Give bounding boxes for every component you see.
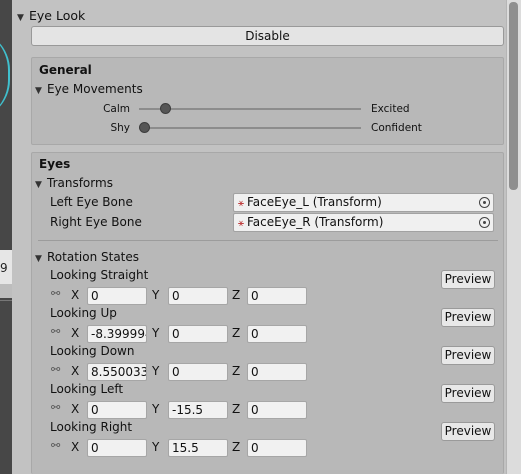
rotation-y-field[interactable]: 0 [168, 287, 228, 305]
rotation-y-field[interactable]: 0 [168, 363, 228, 381]
right-eye-bone-field[interactable]: ⚹ FaceEye_R (Transform) [233, 213, 494, 232]
right-eye-bone-label: Right Eye Bone [50, 215, 142, 229]
preview-button[interactable]: Preview [441, 346, 495, 365]
link-icon[interactable]: ⚯ [51, 287, 60, 300]
eye-look-title: Eye Look [29, 8, 86, 23]
foldout-arrow-icon: ▼ [35, 254, 42, 264]
rotation-x-field[interactable]: -8.399994 [87, 325, 147, 343]
axis-y-label: Y [152, 440, 160, 454]
scene-curve [0, 30, 10, 120]
eye-movements-foldout[interactable]: ▼ Eye Movements [35, 82, 143, 96]
transform-icon: ⚹ [238, 198, 244, 209]
preview-button[interactable]: Preview [441, 422, 495, 441]
rotation-y-field[interactable]: 15.5 [168, 439, 228, 457]
foldout-arrow-icon: ▼ [35, 86, 42, 96]
axis-x-label: X [71, 440, 80, 454]
rotation-y-field[interactable]: 0 [168, 325, 228, 343]
preview-button[interactable]: Preview [441, 270, 495, 289]
axis-y-label: Y [152, 364, 160, 378]
disable-button[interactable]: Disable [31, 26, 504, 46]
calm-excited-slider-track[interactable] [139, 108, 361, 110]
axis-y-label: Y [152, 326, 160, 340]
slider-left-label: Calm [103, 103, 130, 115]
scene-view-strip [0, 0, 12, 474]
rotation-states-label: Rotation States [47, 250, 140, 264]
preview-button[interactable]: Preview [441, 308, 495, 327]
axis-z-label: Z [232, 402, 241, 416]
right-eye-bone-value: FaceEye_R (Transform) [247, 215, 384, 229]
shy-confident-slider-knob[interactable] [139, 122, 150, 133]
link-icon[interactable]: ⚯ [51, 439, 60, 452]
axis-z-label: Z [232, 326, 241, 340]
foldout-arrow-icon: ▼ [35, 180, 42, 190]
rotation-z-field[interactable]: 0 [247, 439, 307, 457]
rotation-z-field[interactable]: 0 [247, 363, 307, 381]
scene-number-fragment: 9 [0, 261, 8, 275]
left-eye-bone-label: Left Eye Bone [50, 195, 133, 209]
rotation-x-field[interactable]: 0 [87, 287, 147, 305]
section-divider [38, 240, 498, 241]
eyes-title: Eyes [39, 157, 71, 171]
rotation-z-field[interactable]: 0 [247, 287, 307, 305]
rotation-y-field[interactable]: -15.5 [168, 401, 228, 419]
axis-z-label: Z [232, 364, 241, 378]
axis-x-label: X [71, 364, 80, 378]
general-title: General [39, 63, 92, 77]
scene-light-area-2 [0, 284, 12, 298]
state-name: Looking Left [50, 382, 124, 396]
slider-left-label: Shy [110, 122, 130, 134]
left-eye-bone-value: FaceEye_L (Transform) [247, 195, 382, 209]
state-name: Looking Down [50, 344, 135, 358]
scene-edge [0, 300, 12, 301]
transforms-label: Transforms [47, 176, 113, 190]
axis-z-label: Z [232, 288, 241, 302]
link-icon[interactable]: ⚯ [51, 363, 60, 376]
foldout-arrow-icon: ▼ [17, 13, 24, 23]
rotation-x-field[interactable]: 0 [87, 401, 147, 419]
state-name: Looking Up [50, 306, 117, 320]
object-picker-icon[interactable] [479, 217, 490, 228]
transform-icon: ⚹ [238, 218, 244, 229]
axis-x-label: X [71, 326, 80, 340]
scrollbar-thumb[interactable] [509, 2, 518, 190]
rotation-x-field[interactable]: 8.550033 [87, 363, 147, 381]
state-name: Looking Right [50, 420, 133, 434]
axis-x-label: X [71, 288, 80, 302]
preview-button[interactable]: Preview [441, 384, 495, 403]
axis-y-label: Y [152, 288, 160, 302]
link-icon[interactable]: ⚯ [51, 325, 60, 338]
transforms-foldout[interactable]: ▼ Transforms [35, 176, 113, 190]
eye-look-foldout[interactable]: ▼ Eye Look [17, 8, 85, 23]
axis-y-label: Y [152, 402, 160, 416]
state-name: Looking Straight [50, 268, 149, 282]
axis-z-label: Z [232, 440, 241, 454]
eye-movements-label: Eye Movements [47, 82, 143, 96]
link-icon[interactable]: ⚯ [51, 401, 60, 414]
rotation-z-field[interactable]: 0 [247, 325, 307, 343]
rotation-x-field[interactable]: 0 [87, 439, 147, 457]
slider-right-label: Excited [371, 103, 410, 115]
left-eye-bone-field[interactable]: ⚹ FaceEye_L (Transform) [233, 193, 494, 212]
axis-x-label: X [71, 402, 80, 416]
rotation-z-field[interactable]: 0 [247, 401, 307, 419]
rotation-states-foldout[interactable]: ▼ Rotation States [35, 250, 139, 264]
shy-confident-slider-track[interactable] [139, 127, 361, 129]
object-picker-icon[interactable] [479, 197, 490, 208]
slider-right-label: Confident [371, 122, 422, 134]
